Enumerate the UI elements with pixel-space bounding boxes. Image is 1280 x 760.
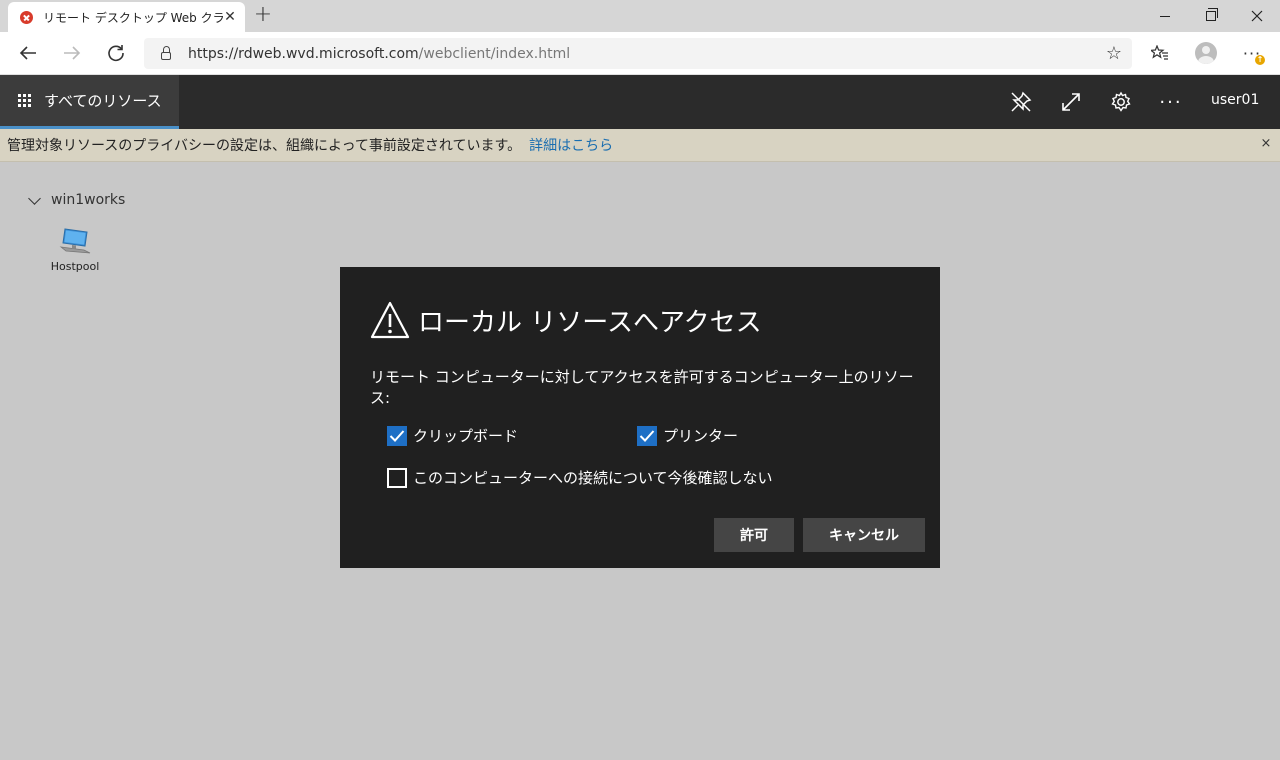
clipboard-label: クリップボード [413, 427, 519, 445]
favorite-star-icon[interactable]: ☆ [1106, 43, 1122, 64]
cancel-button[interactable]: キャンセル [803, 518, 925, 552]
rd-favicon-icon [20, 10, 33, 24]
forward-button[interactable] [56, 38, 88, 68]
desktop-computer-icon [59, 228, 91, 254]
window-minimize-button[interactable] [1142, 0, 1188, 32]
unpin-icon [1011, 91, 1032, 112]
browser-toolbar: https://rdweb.wvd.microsoft.com/webclien… [0, 32, 1280, 75]
local-resources-dialog: ローカル リソースへアクセス リモート コンピューターに対してアクセスを許可する… [340, 267, 940, 568]
window-close-button[interactable] [1234, 0, 1280, 32]
minimize-icon [1160, 15, 1170, 17]
resource-tile-hostpool[interactable]: Hostpool [40, 226, 110, 273]
allow-button[interactable]: 許可 [714, 518, 794, 552]
dont-ask-again-label: このコンピューターへの接続について今後確認しない [413, 469, 773, 487]
user-name[interactable]: user01 [1211, 92, 1259, 108]
window-restore-button[interactable] [1188, 0, 1234, 32]
checkmark-icon [389, 429, 405, 442]
settings-button[interactable] [1106, 87, 1136, 117]
back-button[interactable] [12, 38, 44, 68]
browser-tab[interactable]: リモート デスクトップ Web クライアント ✕ [8, 2, 245, 32]
new-tab-button[interactable]: + [252, 3, 274, 27]
warning-icon [370, 301, 410, 339]
dont-ask-again-option[interactable]: このコンピューターへの接続について今後確認しない [387, 467, 773, 488]
expand-icon [1062, 93, 1080, 111]
avatar [1195, 42, 1217, 64]
workspace-name: win1works [51, 192, 126, 208]
dialog-description: リモート コンピューターに対してアクセスを許可するコンピューター上のリソース: [370, 368, 914, 407]
tab-close-icon[interactable]: ✕ [221, 8, 239, 26]
restore-icon [1206, 8, 1218, 21]
printer-checkbox[interactable] [637, 425, 657, 446]
workspace-header[interactable]: win1works [28, 191, 126, 208]
privacy-notice-bar: 管理対象リソースのプライバシーの設定は、組織によって事前設定されています。 詳細… [0, 129, 1280, 162]
gear-icon [1111, 91, 1131, 112]
printer-label: プリンター [663, 427, 739, 445]
all-resources-label: すべてのリソース [44, 92, 162, 110]
url-host: https://rdweb.wvd.microsoft.com [188, 45, 419, 62]
address-bar[interactable]: https://rdweb.wvd.microsoft.com/webclien… [144, 38, 1132, 69]
more-dots-icon: ··· [1159, 91, 1183, 113]
app-header: すべてのリソース ··· user01 [0, 75, 1280, 129]
update-badge-icon: ↑ [1255, 55, 1265, 65]
chevron-down-icon [28, 191, 41, 205]
tab-all-resources[interactable]: すべてのリソース [0, 75, 179, 129]
reload-button[interactable] [100, 38, 132, 68]
notice-text: 管理対象リソースのプライバシーの設定は、組織によって事前設定されています。 [7, 138, 522, 154]
notice-close-icon[interactable]: × [1258, 136, 1274, 152]
unpin-button[interactable] [1006, 87, 1036, 117]
arrow-left-icon [19, 46, 36, 60]
app-grid-icon [18, 93, 32, 108]
reload-icon [108, 45, 124, 62]
resource-label: Hostpool [50, 260, 100, 273]
dialog-title: ローカル リソースへアクセス [418, 307, 762, 338]
dialog-title-row: ローカル リソースへアクセス [370, 301, 762, 339]
clipboard-option[interactable]: クリップボード [387, 425, 518, 446]
app-more-button[interactable]: ··· [1156, 87, 1186, 117]
url-text: https://rdweb.wvd.microsoft.com/webclien… [188, 46, 570, 62]
close-icon [1251, 10, 1263, 22]
printer-option[interactable]: プリンター [637, 425, 738, 446]
arrow-right-icon [64, 46, 81, 60]
fullscreen-button[interactable] [1056, 87, 1086, 117]
browser-menu-button[interactable]: ··· ↑ [1236, 38, 1268, 68]
favorites-list-icon [1151, 45, 1168, 60]
favorites-button[interactable] [1144, 38, 1176, 68]
url-path: /webclient/index.html [418, 45, 571, 62]
dont-ask-again-checkbox[interactable] [387, 467, 407, 488]
browser-tab-strip: リモート デスクトップ Web クライアント ✕ + [0, 0, 1280, 32]
checkmark-icon [639, 429, 655, 442]
notice-learn-more-link[interactable]: 詳細はこちら [529, 135, 613, 155]
profile-button[interactable] [1190, 38, 1222, 68]
lock-icon [161, 46, 171, 60]
tab-title: リモート デスクトップ Web クライアント [43, 10, 223, 25]
clipboard-checkbox[interactable] [387, 425, 407, 446]
